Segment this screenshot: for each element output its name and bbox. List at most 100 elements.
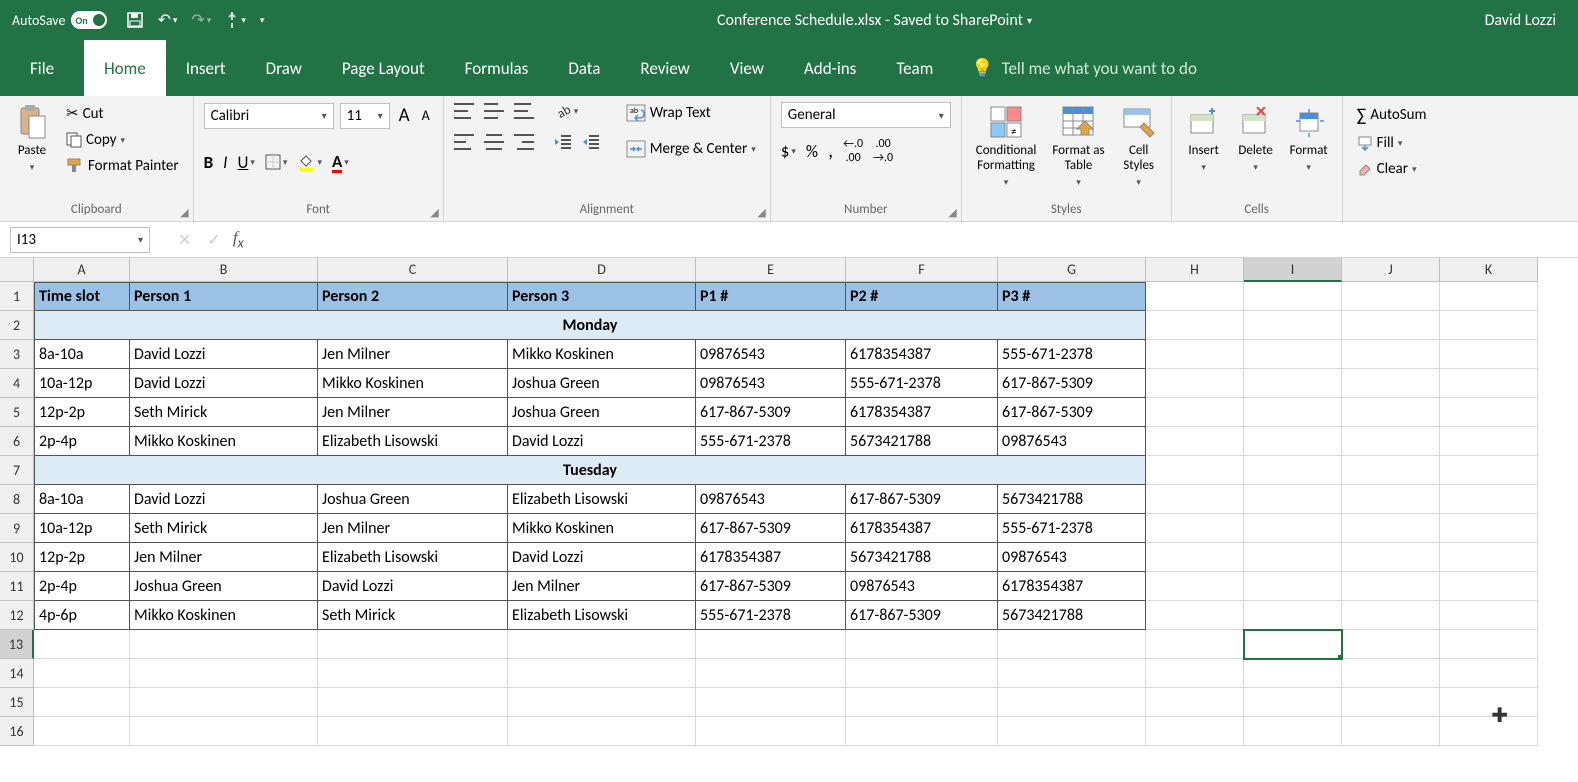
cell[interactable] xyxy=(508,717,696,746)
cell[interactable]: 09876543 xyxy=(846,572,998,601)
cell[interactable] xyxy=(1146,282,1244,311)
cell[interactable] xyxy=(1244,630,1342,659)
cell[interactable] xyxy=(508,659,696,688)
cell[interactable]: P2 # xyxy=(846,282,998,311)
cell[interactable] xyxy=(1440,427,1538,456)
cell[interactable] xyxy=(1342,398,1440,427)
font-size-combo[interactable]: 11▾ xyxy=(340,103,390,129)
cell[interactable] xyxy=(318,688,508,717)
align-top-button[interactable] xyxy=(454,103,474,119)
cell[interactable]: Mikko Koskinen xyxy=(130,427,318,456)
cell[interactable]: Jen Milner xyxy=(130,543,318,572)
cell[interactable] xyxy=(1342,543,1440,572)
increase-decimal-button[interactable]: ←.0.00 xyxy=(843,138,863,164)
cell[interactable] xyxy=(846,717,998,746)
row-header-5[interactable]: 5 xyxy=(0,398,34,427)
row-header-9[interactable]: 9 xyxy=(0,514,34,543)
save-icon[interactable] xyxy=(127,12,143,28)
formula-input[interactable] xyxy=(252,227,1578,253)
autosave-toggle[interactable]: AutoSave On xyxy=(12,11,107,29)
cell[interactable]: 5673421788 xyxy=(846,543,998,572)
cell[interactable] xyxy=(1342,282,1440,311)
undo-button[interactable]: ↶▾ xyxy=(157,10,177,30)
cell[interactable] xyxy=(846,659,998,688)
cell[interactable] xyxy=(998,630,1146,659)
cell[interactable]: P1 # xyxy=(696,282,846,311)
cell[interactable]: David Lozzi xyxy=(130,340,318,369)
cell[interactable] xyxy=(696,659,846,688)
row-header-7[interactable]: 7 xyxy=(0,456,34,485)
cell[interactable] xyxy=(1244,427,1342,456)
cell[interactable] xyxy=(1244,688,1342,717)
cell[interactable]: 6178354387 xyxy=(846,398,998,427)
cell[interactable] xyxy=(1146,659,1244,688)
cell[interactable] xyxy=(1440,659,1538,688)
col-header-H[interactable]: H xyxy=(1146,258,1244,282)
cell[interactable]: 09876543 xyxy=(696,340,846,369)
cell[interactable] xyxy=(1146,311,1244,340)
tab-home[interactable]: Home xyxy=(84,40,166,96)
cell[interactable] xyxy=(846,630,998,659)
cell[interactable] xyxy=(1146,717,1244,746)
cell[interactable] xyxy=(318,630,508,659)
cell[interactable]: 09876543 xyxy=(998,427,1146,456)
cell-styles-button[interactable]: Cell Styles▾ xyxy=(1117,102,1161,190)
touch-mode-button[interactable]: ▾ xyxy=(225,11,246,29)
cell[interactable]: 10a-12p xyxy=(34,369,130,398)
row-header-15[interactable]: 15 xyxy=(0,688,34,717)
cell[interactable] xyxy=(1244,311,1342,340)
col-header-J[interactable]: J xyxy=(1342,258,1440,282)
cell[interactable] xyxy=(998,717,1146,746)
cell[interactable]: Elizabeth Lisowski xyxy=(508,485,696,514)
cell[interactable] xyxy=(1244,601,1342,630)
user-name[interactable]: David Lozzi xyxy=(1485,11,1566,30)
tab-file[interactable]: File xyxy=(0,40,84,96)
tab-page-layout[interactable]: Page Layout xyxy=(322,40,445,96)
cell[interactable]: 617-867-5309 xyxy=(696,398,846,427)
row-header-6[interactable]: 6 xyxy=(0,427,34,456)
cell[interactable] xyxy=(130,630,318,659)
cell[interactable] xyxy=(696,688,846,717)
format-cells-button[interactable]: Format▾ xyxy=(1286,102,1332,175)
cell[interactable] xyxy=(1244,282,1342,311)
cell[interactable]: 5673421788 xyxy=(998,601,1146,630)
font-launcher[interactable]: ◢ xyxy=(430,206,438,219)
cell[interactable] xyxy=(1440,369,1538,398)
cell[interactable]: David Lozzi xyxy=(130,485,318,514)
col-header-K[interactable]: K xyxy=(1440,258,1538,282)
col-header-C[interactable]: C xyxy=(318,258,508,282)
row-header-12[interactable]: 12 xyxy=(0,601,34,630)
cell[interactable]: David Lozzi xyxy=(508,543,696,572)
number-format-combo[interactable]: General▾ xyxy=(781,102,951,128)
tell-me-search[interactable]: 💡 Tell me what you want to do xyxy=(971,40,1197,96)
cell[interactable] xyxy=(130,659,318,688)
worksheet[interactable]: ABCDEFGHIJK 12345678910111213141516 Time… xyxy=(0,258,1578,768)
conditional-formatting-button[interactable]: ≠ Conditional Formatting▾ xyxy=(972,102,1041,190)
cell[interactable] xyxy=(1244,514,1342,543)
cell[interactable]: 6178354387 xyxy=(998,572,1146,601)
row-header-10[interactable]: 10 xyxy=(0,543,34,572)
cell[interactable]: 12p-2p xyxy=(34,543,130,572)
col-header-I[interactable]: I xyxy=(1244,258,1342,282)
cell[interactable] xyxy=(1440,485,1538,514)
cell[interactable] xyxy=(1440,514,1538,543)
bold-button[interactable]: B xyxy=(204,152,214,173)
cell[interactable]: 617-867-5309 xyxy=(998,369,1146,398)
cell[interactable] xyxy=(1342,659,1440,688)
cell[interactable] xyxy=(1342,514,1440,543)
enter-formula-button[interactable]: ✓ xyxy=(207,230,220,250)
decrease-font-button[interactable]: A xyxy=(419,105,433,126)
tab-formulas[interactable]: Formulas xyxy=(445,40,549,96)
cell[interactable]: 555-671-2378 xyxy=(696,601,846,630)
cell[interactable]: 09876543 xyxy=(696,485,846,514)
cell[interactable] xyxy=(1146,340,1244,369)
tab-add-ins[interactable]: Add-ins xyxy=(784,40,876,96)
cell[interactable]: 555-671-2378 xyxy=(846,369,998,398)
redo-button[interactable]: ↷▾ xyxy=(191,10,211,30)
cell[interactable] xyxy=(998,688,1146,717)
clear-button[interactable]: Clear▾ xyxy=(1353,158,1431,180)
cell[interactable]: Person 3 xyxy=(508,282,696,311)
cell[interactable]: 09876543 xyxy=(696,369,846,398)
number-launcher[interactable]: ◢ xyxy=(948,206,956,219)
cell-day[interactable]: Monday xyxy=(34,311,1146,340)
